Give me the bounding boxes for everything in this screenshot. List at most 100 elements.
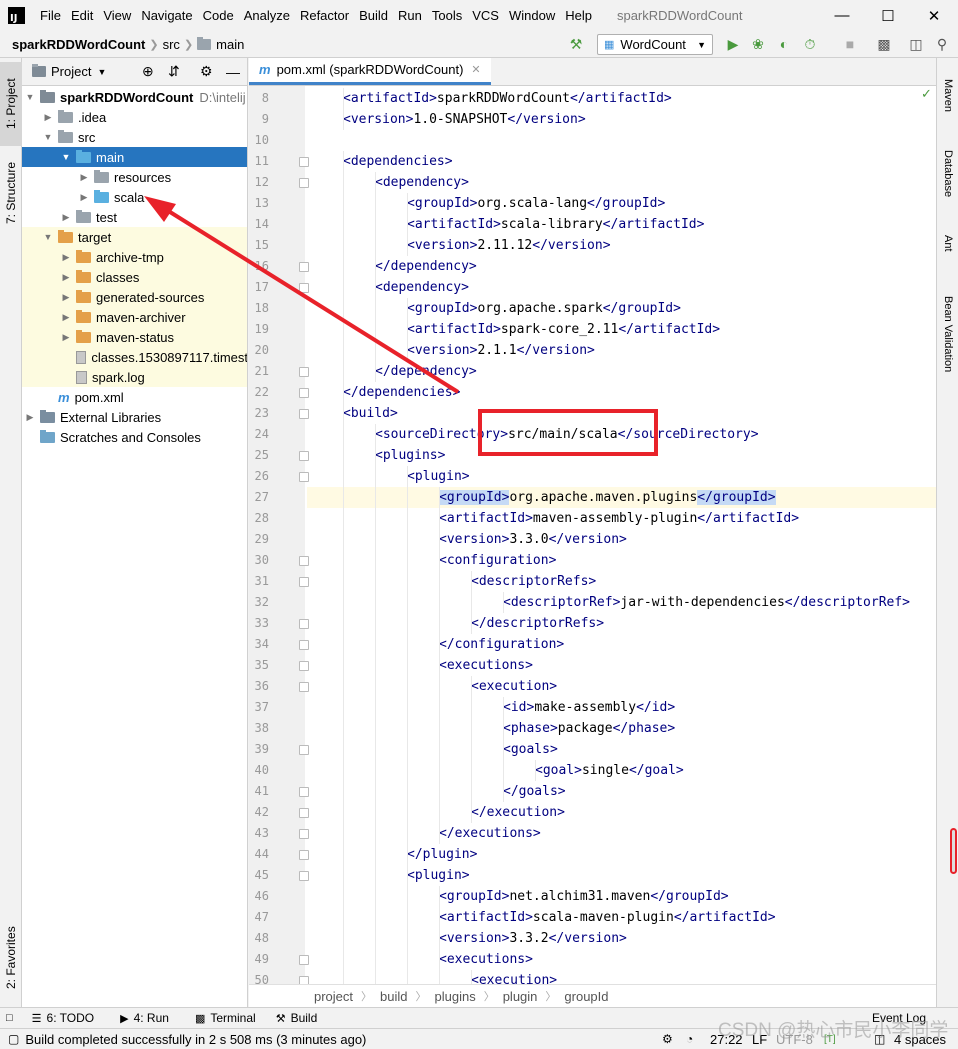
tree-item-resources[interactable]: ▶ resources xyxy=(22,167,247,187)
code-area[interactable]: <artifactId>sparkRDDWordCount</artifactI… xyxy=(307,86,936,987)
gear-icon[interactable]: ⚙ xyxy=(200,63,213,80)
code-line[interactable]: </dependency> xyxy=(307,361,936,382)
code-line[interactable]: <executions> xyxy=(307,949,936,970)
maximize-icon[interactable]: ☐ xyxy=(865,0,911,31)
code-line[interactable]: <version>3.3.2</version> xyxy=(307,928,936,949)
nav-crumb-src[interactable]: src xyxy=(163,37,180,52)
tree-item-test[interactable]: ▶ test xyxy=(22,207,247,227)
favorites-tool-tab[interactable]: 2: Favorites xyxy=(0,914,22,1002)
toggle-layout-icon[interactable]: ◫ xyxy=(908,36,924,52)
nav-crumb-main[interactable]: main xyxy=(197,36,244,52)
hide-panel-icon[interactable]: — xyxy=(226,64,240,80)
tree-item-archive-tmp[interactable]: ▶ archive-tmp xyxy=(22,247,247,267)
tree-item-main[interactable]: ▼ main xyxy=(22,147,247,167)
chevron-down-icon[interactable]: ▼ xyxy=(42,132,54,142)
nav-crumb-project[interactable]: sparkRDDWordCount xyxy=(12,37,145,52)
chevron-right-icon[interactable]: ▶ xyxy=(60,332,72,343)
code-line[interactable]: </plugin> xyxy=(307,844,936,865)
code-line[interactable]: <groupId>net.alchim31.maven</groupId> xyxy=(307,886,936,907)
code-line[interactable]: <descriptorRefs> xyxy=(307,571,936,592)
code-line[interactable]: <artifactId>sparkRDDWordCount</artifactI… xyxy=(307,88,936,109)
debug-icon[interactable]: ❀ xyxy=(750,36,766,52)
code-line[interactable]: <plugin> xyxy=(307,865,936,886)
code-line[interactable]: <version>3.3.0</version> xyxy=(307,529,936,550)
tree-item-generated-sources[interactable]: ▶ generated-sources xyxy=(22,287,247,307)
menu-navigate[interactable]: Navigate xyxy=(136,0,197,31)
project-panel-title[interactable]: Project xyxy=(51,64,91,79)
code-line[interactable]: </dependencies> xyxy=(307,382,936,403)
menu-build[interactable]: Build xyxy=(354,0,393,31)
tree-item-target[interactable]: ▼ target xyxy=(22,227,247,247)
tab-todo[interactable]: ☰ 6: TODO xyxy=(32,1011,94,1025)
code-line[interactable]: <artifactId>scala-library</artifactId> xyxy=(307,214,936,235)
run-icon[interactable]: ▶ xyxy=(725,36,741,52)
tree-item-maven-status[interactable]: ▶ maven-status xyxy=(22,327,247,347)
hammer-build-icon[interactable]: ⚒ xyxy=(568,36,584,52)
chevron-right-icon[interactable]: ▶ xyxy=(60,292,72,303)
tree-item-src[interactable]: ▼ src xyxy=(22,127,247,147)
menu-code[interactable]: Code xyxy=(198,0,239,31)
tree-item-scratches-and-consoles[interactable]: Scratches and Consoles xyxy=(22,427,247,447)
code-line[interactable]: <dependency> xyxy=(307,172,936,193)
profile-icon[interactable]: ⏱ xyxy=(802,36,818,52)
chevron-down-icon[interactable]: ▼ xyxy=(24,92,36,102)
chevron-right-icon[interactable]: ▶ xyxy=(60,252,72,263)
minimize-icon[interactable]: — xyxy=(819,0,865,31)
close-tab-icon[interactable]: ✕ xyxy=(471,63,480,76)
coverage-icon[interactable]: ◐ xyxy=(776,36,792,52)
editor-scroll-thumb[interactable] xyxy=(950,828,957,874)
close-icon[interactable]: ✕ xyxy=(911,0,957,31)
code-line[interactable]: <version>2.11.12</version> xyxy=(307,235,936,256)
code-line[interactable]: <id>make-assembly</id> xyxy=(307,697,936,718)
tree-item-maven-archiver[interactable]: ▶ maven-archiver xyxy=(22,307,247,327)
code-line[interactable]: <descriptorRef>jar-with-dependencies</de… xyxy=(307,592,936,613)
code-line[interactable]: <dependency> xyxy=(307,277,936,298)
code-line[interactable]: <executions> xyxy=(307,655,936,676)
bean-validation-tool-tab[interactable]: Bean Validation xyxy=(937,282,958,386)
code-line[interactable]: </configuration> xyxy=(307,634,936,655)
structure-tool-tab[interactable]: 7: Structure xyxy=(0,152,22,234)
menu-vcs[interactable]: VCS xyxy=(467,0,504,31)
tab-pom-xml[interactable]: m pom.xml (sparkRDDWordCount) ✕ xyxy=(249,58,491,85)
code-line[interactable]: <groupId>org.apache.maven.plugins</group… xyxy=(307,487,936,508)
code-line[interactable]: <goal>single</goal> xyxy=(307,760,936,781)
maven-tool-tab[interactable]: Maven xyxy=(937,66,958,126)
tree-item-scala[interactable]: ▶ scala xyxy=(22,187,247,207)
code-line[interactable]: <version>1.0-SNAPSHOT</version> xyxy=(307,109,936,130)
project-structure-icon[interactable]: ▩ xyxy=(876,36,892,52)
chevron-down-icon[interactable]: ▼ xyxy=(97,67,106,77)
tree-item-external-libraries[interactable]: ▶ External Libraries xyxy=(22,407,247,427)
chevron-right-icon[interactable]: ▶ xyxy=(60,212,72,223)
menu-refactor[interactable]: Refactor xyxy=(295,0,354,31)
database-tool-tab[interactable]: Database xyxy=(937,138,958,210)
chevron-down-icon[interactable]: ▼ xyxy=(60,152,72,162)
breadcrumb-item[interactable]: plugins xyxy=(435,989,476,1004)
code-line[interactable]: </execution> xyxy=(307,802,936,823)
code-line[interactable]: <plugin> xyxy=(307,466,936,487)
code-line[interactable]: </goals> xyxy=(307,781,936,802)
chevron-right-icon[interactable]: ▶ xyxy=(60,272,72,283)
code-line[interactable]: </executions> xyxy=(307,823,936,844)
breadcrumb-item[interactable]: groupId xyxy=(564,989,608,1004)
tree-item-pom-xml[interactable]: m pom.xml xyxy=(22,387,247,407)
tab-terminal[interactable]: ▩ Terminal xyxy=(195,1011,256,1025)
locate-icon[interactable]: ⊕ xyxy=(142,63,154,80)
code-line[interactable]: <artifactId>maven-assembly-plugin</artif… xyxy=(307,508,936,529)
stop-icon[interactable]: ■ xyxy=(842,36,858,52)
tree-item-spark-log[interactable]: spark.log xyxy=(22,367,247,387)
chevron-right-icon[interactable]: ▶ xyxy=(78,192,90,203)
search-icon[interactable]: ⚲ xyxy=(934,36,950,52)
menu-edit[interactable]: Edit xyxy=(66,0,98,31)
menu-tools[interactable]: Tools xyxy=(427,0,467,31)
menu-run[interactable]: Run xyxy=(393,0,427,31)
code-line[interactable]: <phase>package</phase> xyxy=(307,718,936,739)
tree-item-sparkrddwordcount[interactable]: ▼ sparkRDDWordCount D:\intelij xyxy=(22,87,247,107)
chevron-down-icon[interactable]: ▼ xyxy=(42,232,54,242)
layout-icon[interactable]: □ xyxy=(6,1012,18,1024)
chevron-right-icon[interactable]: ▶ xyxy=(60,312,72,323)
tree-item-classes-1530897117-timest[interactable]: classes.1530897117.timest xyxy=(22,347,247,367)
menu-file[interactable]: File xyxy=(35,0,66,31)
chevron-right-icon[interactable]: ▶ xyxy=(24,412,36,423)
tab-build[interactable]: ⚒ Build xyxy=(276,1011,318,1025)
code-line[interactable]: <goals> xyxy=(307,739,936,760)
